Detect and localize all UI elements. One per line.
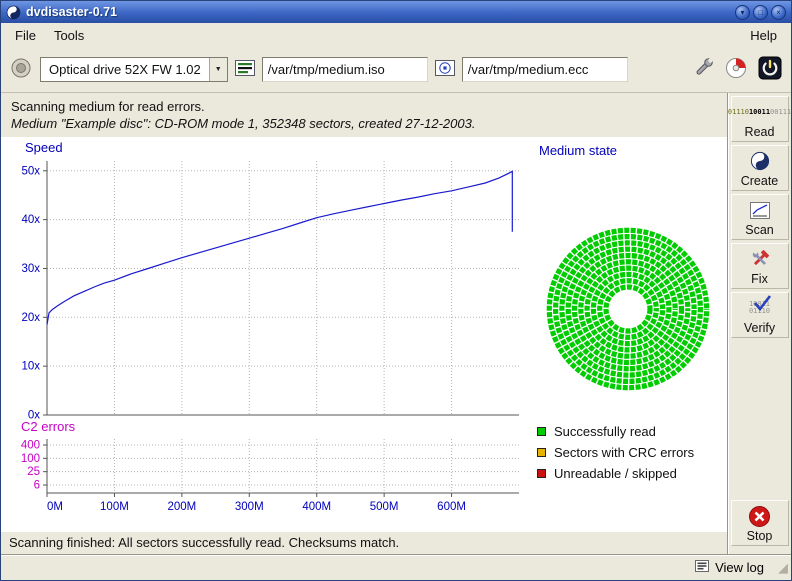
view-log-button[interactable]: View log <box>687 558 772 577</box>
stop-button[interactable]: Stop <box>731 500 789 546</box>
svg-text:100: 100 <box>21 453 40 465</box>
bottom-bar: View log ◢ <box>1 554 791 580</box>
yellow-swatch-icon <box>537 448 546 457</box>
verify-button-label: Verify <box>744 321 775 335</box>
read-button-label: Read <box>745 125 775 139</box>
medium-state-panel: Medium state Successfully read Sectors w… <box>529 137 727 532</box>
resize-grip[interactable]: ◢ <box>778 561 789 574</box>
drive-button[interactable] <box>9 56 33 83</box>
svg-text:Speed: Speed <box>25 140 63 155</box>
svg-text:300M: 300M <box>235 501 264 513</box>
svg-text:20x: 20x <box>21 312 40 324</box>
ecc-file-icon <box>435 60 455 79</box>
verify-check-icon: 10011 01110 <box>749 296 770 320</box>
svg-text:50x: 50x <box>21 165 40 177</box>
yin-yang-icon <box>750 149 770 173</box>
wrench-icon <box>692 57 714 82</box>
legend-label: Sectors with CRC errors <box>554 445 694 460</box>
stop-icon <box>748 504 771 528</box>
legend: Successfully read Sectors with CRC error… <box>533 418 723 487</box>
power-icon <box>758 56 782 83</box>
menu-file[interactable]: File <box>7 25 44 46</box>
drive-lens-icon <box>10 57 32 82</box>
scan-button[interactable]: Scan <box>731 194 789 240</box>
chevron-down-icon: ▼ <box>209 58 227 81</box>
ecc-path-input[interactable] <box>462 57 628 82</box>
log-icon <box>695 560 709 575</box>
quit-button[interactable] <box>757 55 783 84</box>
menu-help[interactable]: Help <box>742 25 785 46</box>
status-line-1: Scanning medium for read errors. <box>11 98 717 115</box>
stop-button-label: Stop <box>747 529 773 543</box>
about-button[interactable] <box>724 56 748 83</box>
svg-text:25: 25 <box>27 466 40 478</box>
minimize-button[interactable]: ▾ <box>735 5 750 20</box>
view-log-label: View log <box>715 560 764 575</box>
svg-text:40x: 40x <box>21 214 40 226</box>
legend-label: Successfully read <box>554 424 656 439</box>
legend-item-read: Successfully read <box>537 424 723 439</box>
scan-button-label: Scan <box>745 223 774 237</box>
fix-button[interactable]: Fix <box>731 243 789 289</box>
drive-select-value: Optical drive 52X FW 1.02 <box>41 58 209 81</box>
red-disc-icon <box>725 57 747 82</box>
read-binary-icon: 01110 10011 00111 <box>728 100 791 124</box>
medium-state-disc <box>533 214 723 404</box>
toolbar: Optical drive 52X FW 1.02 ▼ <box>1 47 791 93</box>
preferences-button[interactable] <box>691 56 715 83</box>
create-button[interactable]: Create <box>731 145 789 191</box>
fix-tools-icon <box>749 247 771 271</box>
maximize-button[interactable]: □ <box>753 5 768 20</box>
svg-text:C2 errors: C2 errors <box>21 419 76 434</box>
results-canvas: Speed0x10x20x30x40x50xC2 errors400100256… <box>1 137 727 532</box>
app-window: dvdisaster-0.71 ▾ □ × File Tools Help Op… <box>0 0 792 581</box>
close-button[interactable]: × <box>771 5 786 20</box>
speed-and-c2-charts: Speed0x10x20x30x40x50xC2 errors400100256… <box>1 137 529 532</box>
charts-canvas: Speed0x10x20x30x40x50xC2 errors400100256… <box>7 139 529 525</box>
svg-text:400M: 400M <box>302 501 331 513</box>
main-area: Scanning medium for read errors. Medium … <box>1 93 791 554</box>
fix-button-label: Fix <box>751 272 768 286</box>
svg-text:400: 400 <box>21 440 40 452</box>
svg-text:600M: 600M <box>437 501 466 513</box>
window-title: dvdisaster-0.71 <box>26 5 730 19</box>
verify-button[interactable]: 10011 01110 Verify <box>731 292 789 338</box>
menubar: File Tools Help <box>1 23 791 47</box>
menu-tools[interactable]: Tools <box>46 25 92 46</box>
legend-item-unreadable: Unreadable / skipped <box>537 466 723 481</box>
footer-status: Scanning finished: All sectors successfu… <box>1 532 727 554</box>
status-area: Scanning medium for read errors. Medium … <box>1 93 727 137</box>
svg-text:6: 6 <box>34 480 40 492</box>
app-yin-yang-icon <box>6 5 21 20</box>
svg-text:0M: 0M <box>47 501 63 513</box>
drive-select[interactable]: Optical drive 52X FW 1.02 ▼ <box>40 57 228 82</box>
action-sidebar: 01110 10011 00111 Read Create <box>727 93 791 554</box>
content-panel: Scanning medium for read errors. Medium … <box>1 93 727 554</box>
medium-state-title: Medium state <box>533 143 723 158</box>
svg-text:30x: 30x <box>21 263 40 275</box>
red-swatch-icon <box>537 469 546 478</box>
status-line-2: Medium "Example disc": CD-ROM mode 1, 35… <box>11 115 717 132</box>
legend-item-crc: Sectors with CRC errors <box>537 445 723 460</box>
svg-text:100M: 100M <box>100 501 129 513</box>
titlebar: dvdisaster-0.71 ▾ □ × <box>1 1 791 23</box>
create-button-label: Create <box>741 174 779 188</box>
iso-path-input[interactable] <box>262 57 428 82</box>
svg-text:10x: 10x <box>21 361 40 373</box>
svg-text:500M: 500M <box>370 501 399 513</box>
svg-text:200M: 200M <box>167 501 196 513</box>
iso-file-icon <box>235 60 255 79</box>
legend-label: Unreadable / skipped <box>554 466 677 481</box>
read-button[interactable]: 01110 10011 00111 Read <box>731 96 789 142</box>
scan-chart-icon <box>750 198 770 222</box>
green-swatch-icon <box>537 427 546 436</box>
